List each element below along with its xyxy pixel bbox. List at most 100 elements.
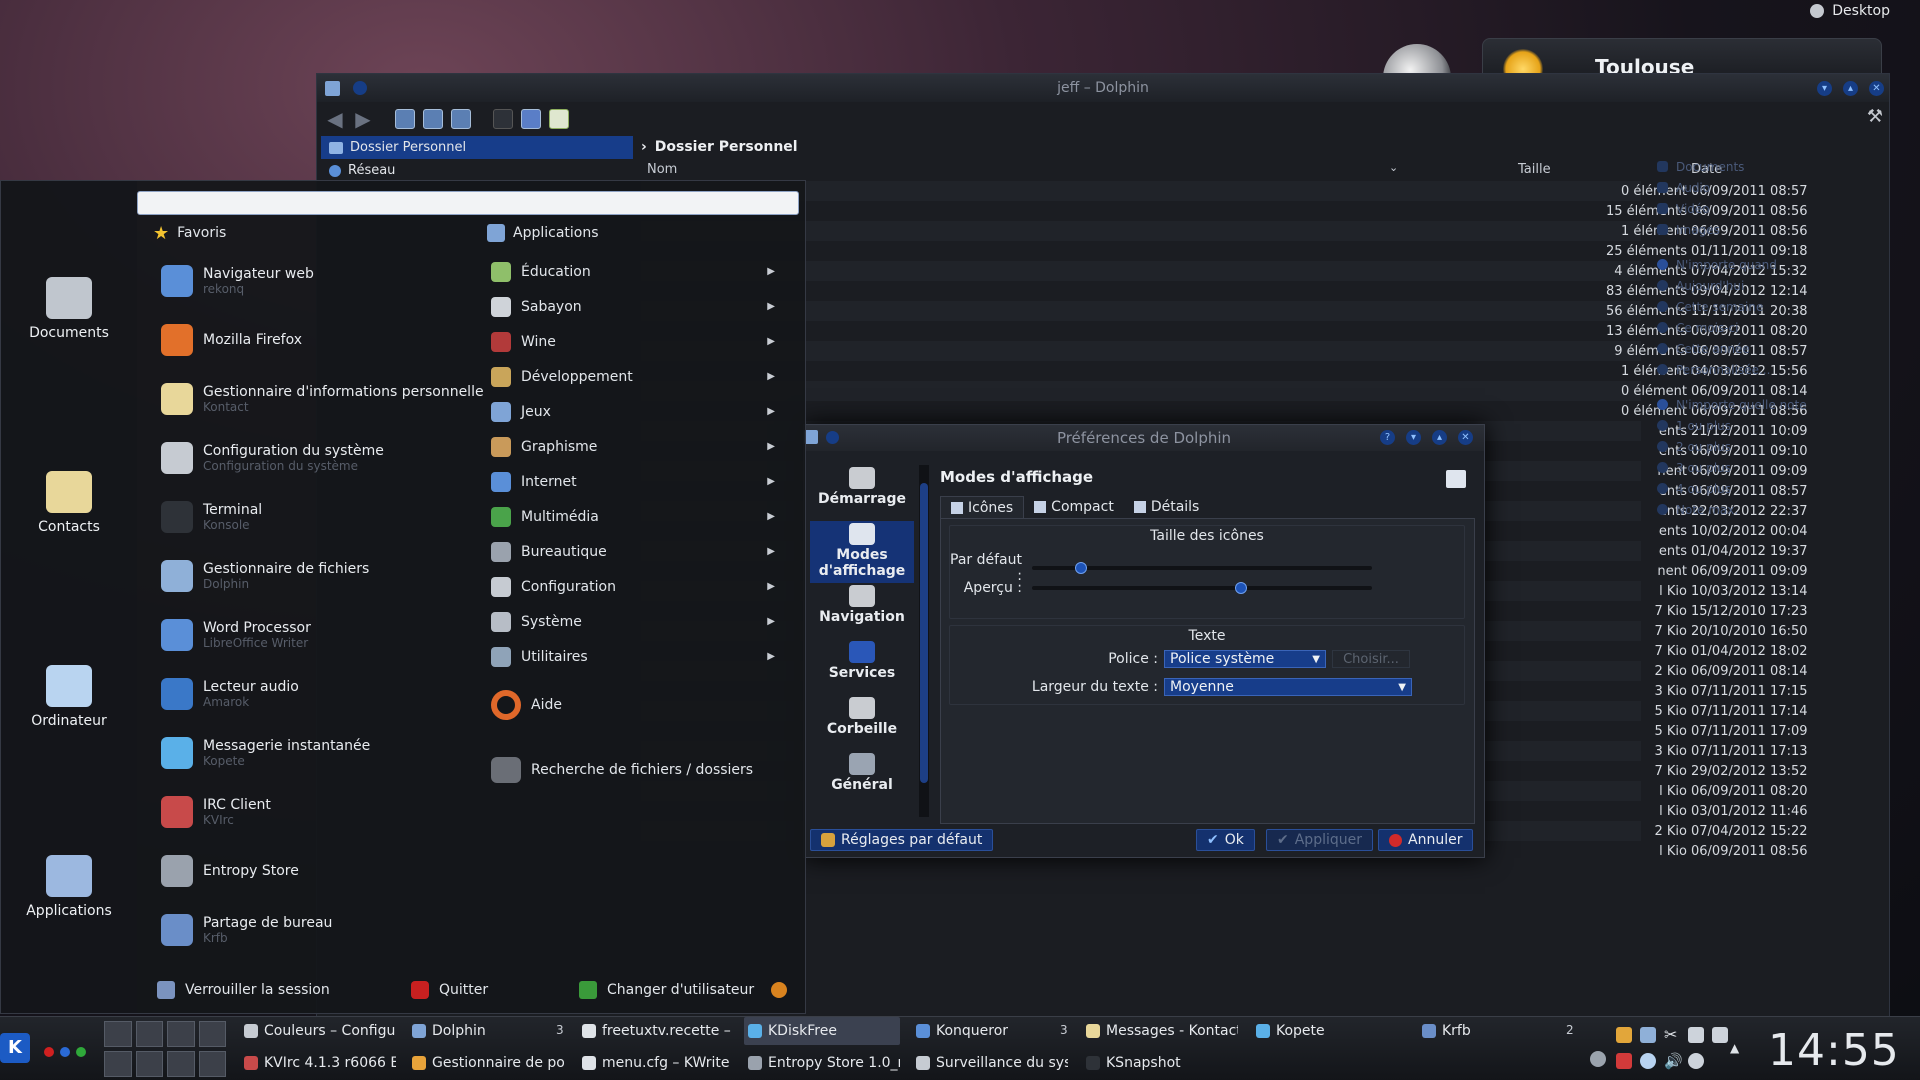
- desktop-3[interactable]: [167, 1021, 195, 1047]
- preview-size-slider[interactable]: [1032, 582, 1372, 594]
- task-button[interactable]: KSnapshot: [1082, 1049, 1238, 1077]
- category-utilities[interactable]: Utilitaires ▶: [491, 639, 781, 674]
- cancel-button[interactable]: Annuler: [1378, 829, 1474, 851]
- split-view-icon[interactable]: [549, 109, 569, 129]
- favorite-item[interactable]: Entropy Store: [161, 841, 471, 900]
- desktop-7[interactable]: [167, 1051, 195, 1077]
- filter-item[interactable]: Cette semaine: [1657, 296, 1882, 317]
- disk-icon[interactable]: [1640, 1053, 1656, 1069]
- applications-header[interactable]: Applications: [487, 222, 599, 244]
- category-games[interactable]: Jeux ▶: [491, 394, 781, 429]
- filter-item[interactable]: 2 ou plus: [1657, 436, 1882, 457]
- task-button[interactable]: Messages - Kontact: [1082, 1017, 1238, 1045]
- favorite-item[interactable]: Configuration du système Configuration du…: [161, 428, 471, 487]
- desktop-activity-button[interactable]: Desktop: [1810, 3, 1890, 19]
- keyboard-icon[interactable]: [1640, 1027, 1656, 1043]
- favorite-item[interactable]: Word Processor LibreOffice Writer: [161, 605, 471, 664]
- task-button[interactable]: menu.cfg – KWrite: [578, 1049, 734, 1077]
- category-settings[interactable]: Configuration ▶: [491, 569, 781, 604]
- maximize-button[interactable]: ▴: [1432, 430, 1447, 445]
- filter-item[interactable]: Images: [1657, 219, 1882, 240]
- back-arrow-icon[interactable]: ◀: [325, 109, 345, 129]
- package-icon[interactable]: [1616, 1027, 1632, 1043]
- favorite-item[interactable]: Partage de bureau Krfb: [161, 900, 471, 959]
- desktop-2[interactable]: [135, 1021, 163, 1047]
- task-button[interactable]: Krfb: [1418, 1017, 1574, 1045]
- sidebar-ordinateur[interactable]: Ordinateur: [1, 665, 137, 729]
- preferences-titlebar[interactable]: Préférences de Dolphin ? ▾ ▴ ✕: [804, 425, 1484, 451]
- lock-session-button[interactable]: Verrouiller la session: [157, 981, 330, 999]
- category-scrollbar[interactable]: [919, 465, 929, 817]
- filter-item[interactable]: Audio: [1657, 177, 1882, 198]
- network-icon[interactable]: [1688, 1053, 1704, 1069]
- tab-details[interactable]: Détails: [1124, 496, 1210, 518]
- minimize-button[interactable]: ▾: [1817, 81, 1832, 96]
- tab-compact[interactable]: Compact: [1024, 496, 1124, 518]
- find-icon[interactable]: [493, 109, 513, 129]
- default-size-slider[interactable]: [1032, 562, 1372, 574]
- apply-button[interactable]: ✔ Appliquer: [1266, 829, 1373, 851]
- filter-item[interactable]: 4 ou plus: [1657, 478, 1882, 499]
- help-item[interactable]: Aide: [491, 690, 562, 720]
- task-button[interactable]: freetuxtv.recette – K: [578, 1017, 734, 1045]
- monitor-icon[interactable]: [1688, 1027, 1704, 1043]
- maximize-button[interactable]: ▴: [1843, 81, 1858, 96]
- task-button[interactable]: Couleurs – Configura: [240, 1017, 396, 1045]
- category-wine[interactable]: Wine ▶: [491, 324, 781, 359]
- clock[interactable]: 14:55: [1768, 1025, 1900, 1076]
- place-home[interactable]: Dossier Personnel: [321, 136, 633, 159]
- filter-item[interactable]: 1 ou plus: [1657, 415, 1882, 436]
- choose-font-button[interactable]: Choisir...: [1332, 650, 1410, 668]
- filter-item[interactable]: Documents: [1657, 156, 1882, 177]
- icons-view-icon[interactable]: [395, 109, 415, 129]
- task-button[interactable]: Entropy Store 1.0_rc: [744, 1049, 900, 1077]
- ok-button[interactable]: ✔ Ok: [1196, 829, 1255, 851]
- category-education[interactable]: Éducation ▶: [491, 254, 781, 289]
- category-gear[interactable]: Général: [810, 751, 914, 807]
- text-width-combo[interactable]: Moyenne ▼: [1164, 678, 1412, 696]
- filter-item[interactable]: 3 ou plus: [1657, 457, 1882, 478]
- filter-item[interactable]: Note max.: [1657, 499, 1882, 520]
- preview-icon[interactable]: [521, 109, 541, 129]
- filter-item[interactable]: Personnalisée...: [1657, 359, 1882, 380]
- help-button[interactable]: ?: [1380, 430, 1395, 445]
- category-sabayon[interactable]: Sabayon ▶: [491, 289, 781, 324]
- desktop-5[interactable]: [104, 1051, 132, 1077]
- filter-item[interactable]: Cette année: [1657, 338, 1882, 359]
- virtual-desktop-pager[interactable]: [104, 1021, 226, 1077]
- sort-chevron-icon[interactable]: ⌄: [1389, 161, 1398, 174]
- category-view-modes[interactable]: Modes d'affichage: [810, 521, 914, 583]
- dolphin-titlebar[interactable]: jeff – Dolphin ▾ ▴ ✕: [317, 74, 1889, 102]
- tab-icons[interactable]: Icônes: [940, 496, 1025, 518]
- sidebar-applications[interactable]: Applications: [1, 855, 137, 919]
- desktop-1[interactable]: [104, 1021, 132, 1047]
- breadcrumb[interactable]: › Dossier Personnel: [641, 136, 798, 158]
- sidebar-contacts[interactable]: Contacts: [1, 471, 137, 535]
- details-view-icon[interactable]: [423, 109, 443, 129]
- launcher-search-input[interactable]: [137, 191, 799, 215]
- category-home[interactable]: Démarrage: [810, 465, 914, 521]
- defaults-button[interactable]: Réglages par défaut: [810, 829, 994, 851]
- slider-handle[interactable]: [1235, 582, 1248, 594]
- volume-icon[interactable]: 🔊: [1664, 1053, 1683, 1069]
- category-development[interactable]: Développement ▶: [491, 359, 781, 394]
- favorites-header[interactable]: ★ Favoris: [153, 222, 226, 244]
- favorite-item[interactable]: Messagerie instantanée Kopete: [161, 723, 471, 782]
- favorite-item[interactable]: IRC Client KVIrc: [161, 782, 471, 841]
- category-system[interactable]: Système ▶: [491, 604, 781, 639]
- slider-handle[interactable]: [1074, 562, 1087, 574]
- category-graphics[interactable]: Graphisme ▶: [491, 429, 781, 464]
- forward-arrow-icon[interactable]: ▶: [353, 109, 373, 129]
- green-dot-icon[interactable]: [76, 1047, 86, 1057]
- desktop-6[interactable]: [135, 1051, 163, 1077]
- clipboard-icon[interactable]: [1712, 1027, 1728, 1043]
- category-mouse[interactable]: Navigation: [810, 583, 914, 639]
- category-multimedia[interactable]: Multimédia ▶: [491, 499, 781, 534]
- filter-item[interactable]: Vidéo: [1657, 198, 1882, 219]
- red-dot-icon[interactable]: [44, 1047, 54, 1057]
- breadcrumb-current[interactable]: Dossier Personnel: [655, 139, 798, 155]
- columns-view-icon[interactable]: [451, 109, 471, 129]
- favorite-item[interactable]: Gestionnaire d'informations personnelle K…: [161, 369, 484, 428]
- favorite-item[interactable]: Gestionnaire de fichiers Dolphin: [161, 546, 471, 605]
- task-button[interactable]: Konqueror: [912, 1017, 1068, 1045]
